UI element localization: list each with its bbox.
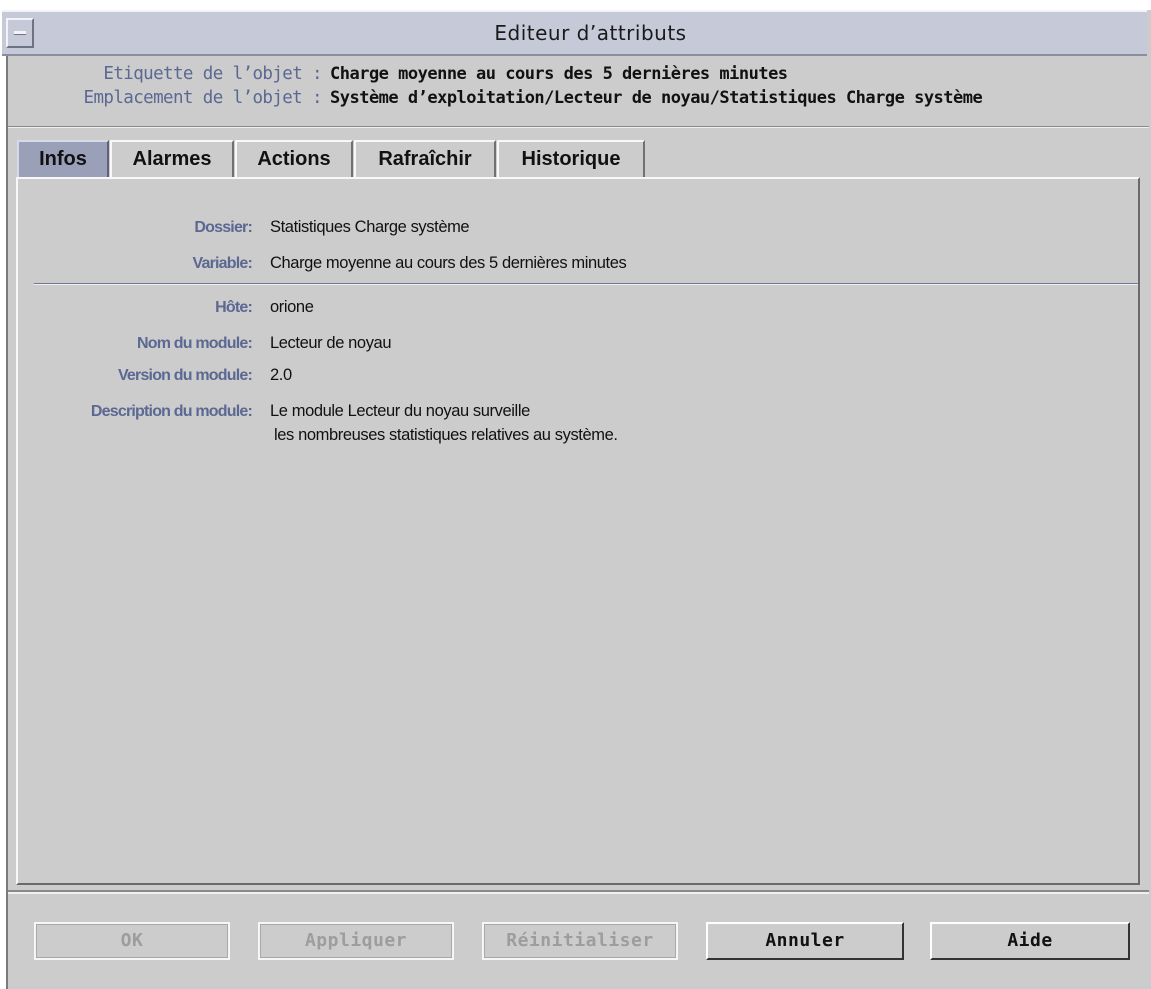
tab-alarmes[interactable]: Alarmes <box>110 140 234 178</box>
object-location-caption: Emplacement de l’objet : <box>83 88 323 108</box>
object-label-value: Charge moyenne au cours des 5 dernières … <box>330 64 788 84</box>
module-name-label: Nom du module: <box>136 335 253 352</box>
title-bar[interactable]: Editeur d’attributs <box>2 10 1147 56</box>
module-description-line2: les nombreuses statistiques relatives au… <box>274 426 618 444</box>
header-divider <box>8 126 1149 128</box>
window-menu-button[interactable] <box>6 18 34 48</box>
host-value: orione <box>270 298 314 316</box>
object-label-caption: Etiquette de l’objet : <box>103 64 322 84</box>
tab-historique[interactable]: Historique <box>497 140 645 178</box>
tab-actions[interactable]: Actions <box>235 140 353 178</box>
object-header: Etiquette de l’objet : Charge moyenne au… <box>10 64 1140 122</box>
tab-rafraichir[interactable]: Rafraîchir <box>354 140 496 178</box>
info-divider <box>34 283 1138 285</box>
object-location-value: Système d’exploitation/Lecteur de noyau/… <box>330 88 983 108</box>
host-label: Hôte: <box>215 299 253 316</box>
window-menu-icon <box>14 31 26 35</box>
tab-infos[interactable]: Infos <box>17 140 109 178</box>
button-bar-divider <box>8 890 1149 894</box>
apply-button[interactable]: Appliquer <box>258 922 454 960</box>
reset-button[interactable]: Réinitialiser <box>482 922 678 960</box>
help-button[interactable]: Aide <box>930 922 1130 960</box>
variable-value: Charge moyenne au cours des 5 dernières … <box>270 254 627 272</box>
folder-label: Dossier: <box>194 219 252 236</box>
ok-button[interactable]: OK <box>34 922 230 960</box>
window-title: Editeur d’attributs <box>494 21 687 45</box>
module-version-value: 2.0 <box>270 366 292 384</box>
module-description-line1: Le module Lecteur du noyau surveille <box>270 402 530 420</box>
module-description-label: Description du module: <box>90 403 253 420</box>
cancel-button[interactable]: Annuler <box>706 922 904 960</box>
module-version-label: Version du module: <box>117 367 253 384</box>
folder-value: Statistiques Charge système <box>270 218 470 236</box>
variable-label: Variable: <box>192 255 252 272</box>
module-name-value: Lecteur de noyau <box>270 334 392 352</box>
info-panel: Dossier: Statistiques Charge système Var… <box>16 177 1140 885</box>
